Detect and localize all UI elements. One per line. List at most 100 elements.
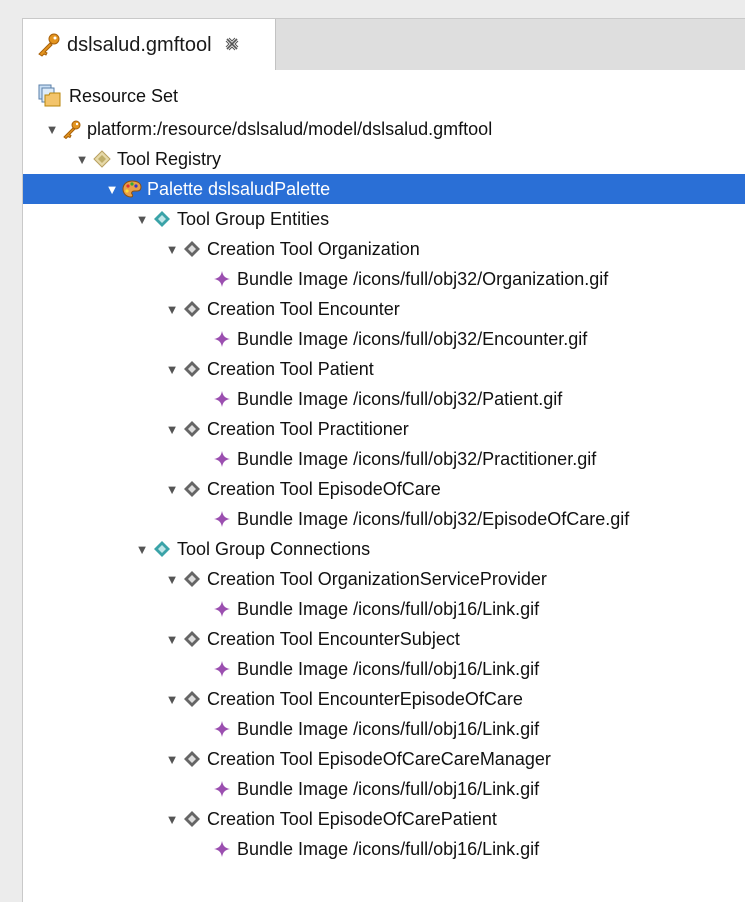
bundle-image-icon bbox=[211, 598, 233, 620]
tree-node-creation-tool[interactable]: ▼ Creation Tool EpisodeOfCare bbox=[23, 474, 745, 504]
tree-node-bundle-image[interactable]: Bundle Image /icons/full/obj16/Link.gif bbox=[23, 594, 745, 624]
tree-node-creation-tool[interactable]: ▼ Creation Tool EpisodeOfCarePatient bbox=[23, 804, 745, 834]
creation-tool-icon bbox=[181, 748, 203, 770]
tree-node-label: Bundle Image /icons/full/obj16/Link.gif bbox=[237, 598, 540, 619]
creation-tool-icon bbox=[181, 478, 203, 500]
tree-node-gmftool-resource[interactable]: ▼ platform:/resource/dslsalud/model/dslsa… bbox=[23, 114, 745, 144]
tree-node-label: Bundle Image /icons/full/obj16/Link.gif bbox=[237, 838, 540, 859]
close-icon[interactable] bbox=[224, 36, 240, 55]
tree-node-label: Creation Tool EncounterSubject bbox=[207, 628, 460, 649]
tree-node-label: Bundle Image /icons/full/obj16/Link.gif bbox=[237, 658, 540, 679]
tree-node-label: Tool Registry bbox=[117, 148, 222, 169]
tree-node-creation-tool[interactable]: ▼ Creation Tool OrganizationServiceProvid… bbox=[23, 564, 745, 594]
expand-toggle-icon[interactable]: ▼ bbox=[165, 302, 179, 317]
tree-node-label: Bundle Image /icons/full/obj32/EpisodeOf… bbox=[237, 508, 630, 529]
tree-node-bundle-image[interactable]: Bundle Image /icons/full/obj32/Encounter… bbox=[23, 324, 745, 354]
tree-node-tool-registry[interactable]: ▼ Tool Registry bbox=[23, 144, 745, 174]
tree-node-label: Bundle Image /icons/full/obj32/Patient.g… bbox=[237, 388, 563, 409]
expand-toggle-icon[interactable]: ▼ bbox=[135, 212, 149, 227]
tree-node-palette[interactable]: ▼ Palette dslsaludPalette bbox=[23, 174, 745, 204]
tree-node-label: Creation Tool Patient bbox=[207, 358, 374, 379]
tree-node-bundle-image[interactable]: Bundle Image /icons/full/obj16/Link.gif bbox=[23, 834, 745, 864]
tree-node-label: Creation Tool Encounter bbox=[207, 298, 400, 319]
tree-node-bundle-image[interactable]: Bundle Image /icons/full/obj16/Link.gif bbox=[23, 774, 745, 804]
tree-node-label: Bundle Image /icons/full/obj16/Link.gif bbox=[237, 718, 540, 739]
creation-tool-icon bbox=[181, 808, 203, 830]
tree-node-bundle-image[interactable]: Bundle Image /icons/full/obj32/Patient.g… bbox=[23, 384, 745, 414]
bundle-image-icon bbox=[211, 778, 233, 800]
resource-set-label: Resource Set bbox=[69, 85, 179, 106]
tree-node-label: platform:/resource/dslsalud/model/dslsal… bbox=[87, 118, 493, 139]
creation-tool-icon bbox=[181, 628, 203, 650]
tree-node-label: Creation Tool EpisodeOfCareCareManager bbox=[207, 748, 551, 769]
expand-toggle-icon[interactable]: ▼ bbox=[165, 242, 179, 257]
palette-icon bbox=[121, 178, 143, 200]
expand-toggle-icon[interactable]: ▼ bbox=[165, 422, 179, 437]
expand-toggle-icon[interactable]: ▼ bbox=[135, 542, 149, 557]
expand-toggle-icon[interactable]: ▼ bbox=[45, 122, 59, 137]
creation-tool-icon bbox=[181, 358, 203, 380]
tool-registry-icon bbox=[91, 148, 113, 170]
tree-node-label: Bundle Image /icons/full/obj32/Practitio… bbox=[237, 448, 597, 469]
bundle-image-icon bbox=[211, 448, 233, 470]
tree-node-label: Bundle Image /icons/full/obj32/Encounter… bbox=[237, 328, 588, 349]
expand-toggle-icon[interactable]: ▼ bbox=[165, 362, 179, 377]
tree-node-bundle-image[interactable]: Bundle Image /icons/full/obj16/Link.gif bbox=[23, 654, 745, 684]
tree-node-label: Creation Tool EncounterEpisodeOfCare bbox=[207, 688, 523, 709]
tree-node-label: Creation Tool EpisodeOfCarePatient bbox=[207, 808, 497, 829]
expand-toggle-icon[interactable]: ▼ bbox=[165, 752, 179, 767]
tree-node-creation-tool[interactable]: ▼ Creation Tool Patient bbox=[23, 354, 745, 384]
tree-node-bundle-image[interactable]: Bundle Image /icons/full/obj16/Link.gif bbox=[23, 714, 745, 744]
expand-toggle-icon[interactable]: ▼ bbox=[165, 812, 179, 827]
tree-node-label: Creation Tool OrganizationServiceProvide… bbox=[207, 568, 547, 589]
bundle-image-icon bbox=[211, 388, 233, 410]
tree-node-tool-group-entities[interactable]: ▼ Tool Group Entities bbox=[23, 204, 745, 234]
bundle-image-icon bbox=[211, 268, 233, 290]
editor-tab-title: dslsalud.gmftool bbox=[67, 33, 212, 56]
bundle-image-icon bbox=[211, 718, 233, 740]
key-icon bbox=[61, 118, 83, 140]
tree-node-creation-tool[interactable]: ▼ Creation Tool EncounterSubject bbox=[23, 624, 745, 654]
expand-toggle-icon[interactable]: ▼ bbox=[165, 692, 179, 707]
creation-tool-icon bbox=[181, 298, 203, 320]
bundle-image-icon bbox=[211, 328, 233, 350]
expand-toggle-icon[interactable]: ▼ bbox=[75, 152, 89, 167]
tree-node-creation-tool[interactable]: ▼ Creation Tool EncounterEpisodeOfCare bbox=[23, 684, 745, 714]
tree-node-label: Tool Group Entities bbox=[177, 208, 330, 229]
expand-toggle-icon[interactable]: ▼ bbox=[165, 572, 179, 587]
tree-node-bundle-image[interactable]: Bundle Image /icons/full/obj32/Organizat… bbox=[23, 264, 745, 294]
tree-node-label: Creation Tool Organization bbox=[207, 238, 420, 259]
expand-toggle-icon[interactable]: ▼ bbox=[105, 182, 119, 197]
tool-group-icon bbox=[151, 208, 173, 230]
tree-node-creation-tool[interactable]: ▼ Creation Tool Practitioner bbox=[23, 414, 745, 444]
tree-node-tool-group-connections[interactable]: ▼ Tool Group Connections bbox=[23, 534, 745, 564]
editor-tab-bar: dslsalud.gmftool bbox=[22, 18, 745, 71]
expand-toggle-icon[interactable]: ▼ bbox=[165, 632, 179, 647]
tree-node-label: Creation Tool EpisodeOfCare bbox=[207, 478, 441, 499]
tree-node-creation-tool[interactable]: ▼ Creation Tool Organization bbox=[23, 234, 745, 264]
expand-toggle-icon[interactable]: ▼ bbox=[165, 482, 179, 497]
bundle-image-icon bbox=[211, 838, 233, 860]
key-icon bbox=[35, 32, 61, 58]
tree-node-bundle-image[interactable]: Bundle Image /icons/full/obj32/Practitio… bbox=[23, 444, 745, 474]
creation-tool-icon bbox=[181, 418, 203, 440]
editor-tab[interactable]: dslsalud.gmftool bbox=[23, 19, 276, 71]
tool-group-icon bbox=[151, 538, 173, 560]
editor-window: dslsalud.gmftool Resource Set ▼ platform:… bbox=[0, 0, 745, 902]
bundle-image-icon bbox=[211, 508, 233, 530]
creation-tool-icon bbox=[181, 238, 203, 260]
tree-node-label: Tool Group Connections bbox=[177, 538, 371, 559]
bundle-image-icon bbox=[211, 658, 233, 680]
resource-set-icon bbox=[37, 83, 63, 109]
creation-tool-icon bbox=[181, 688, 203, 710]
tree-node-label: Bundle Image /icons/full/obj16/Link.gif bbox=[237, 778, 540, 799]
tree-node-label: Creation Tool Practitioner bbox=[207, 418, 409, 439]
tree-panel: Resource Set ▼ platform:/resource/dslsalu… bbox=[22, 70, 745, 902]
tree-node-creation-tool[interactable]: ▼ Creation Tool EpisodeOfCareCareManager bbox=[23, 744, 745, 774]
creation-tool-icon bbox=[181, 568, 203, 590]
resource-set-header[interactable]: Resource Set bbox=[37, 80, 178, 112]
tree-node-bundle-image[interactable]: Bundle Image /icons/full/obj32/EpisodeOf… bbox=[23, 504, 745, 534]
tree-node-creation-tool[interactable]: ▼ Creation Tool Encounter bbox=[23, 294, 745, 324]
tree-node-label: Bundle Image /icons/full/obj32/Organizat… bbox=[237, 268, 609, 289]
tree-node-label: Palette dslsaludPalette bbox=[147, 178, 331, 199]
